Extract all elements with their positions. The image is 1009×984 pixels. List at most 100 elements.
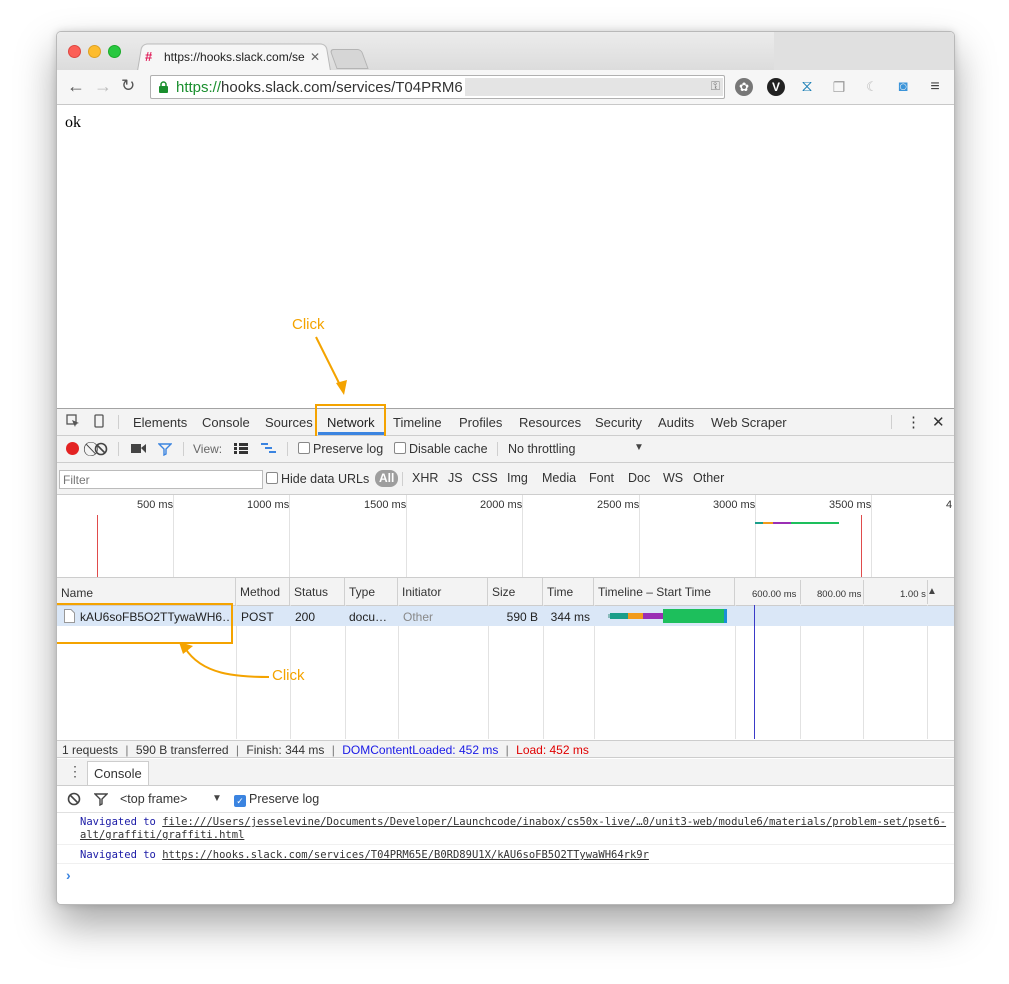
filter-type-js[interactable]: JS	[448, 471, 463, 485]
extension-leaf-icon[interactable]: ☾	[863, 78, 881, 96]
overview-tick-label: 1500 ms	[364, 499, 407, 511]
console-message-link[interactable]: https://hooks.slack.com/services/T04PRM6…	[162, 849, 649, 861]
large-rows-icon[interactable]	[234, 443, 248, 454]
network-toolbar: ⃠ View: Preserve log Disable cache No th…	[57, 436, 954, 463]
load-marker-line	[861, 515, 862, 577]
column-header-time[interactable]: Time	[543, 578, 594, 605]
tab-resources[interactable]: Resources	[519, 415, 581, 430]
view-label: View:	[193, 442, 223, 456]
overview-bar-segment	[755, 522, 763, 524]
console-message-prefix: Navigated to	[80, 849, 156, 861]
extension-v-icon[interactable]: V	[767, 78, 785, 96]
new-tab-button[interactable]	[329, 49, 369, 69]
filter-type-css[interactable]: CSS	[472, 471, 498, 485]
column-header-timeline[interactable]: Timeline – Start Time	[594, 578, 735, 605]
filter-type-all[interactable]: All	[375, 470, 399, 487]
status-separator: |	[125, 743, 129, 757]
key-icon[interactable]: ⚿	[711, 79, 720, 94]
back-arrow-icon[interactable]: ←	[67, 76, 85, 96]
filter-icon[interactable]	[158, 442, 172, 456]
chrome-menu-icon[interactable]: ≡	[926, 78, 944, 96]
toolbar-separator	[497, 442, 498, 456]
status-separator: |	[235, 743, 240, 757]
console-message-link[interactable]: file:///Users/jesselevine/Documents/Deve…	[80, 816, 946, 841]
sort-ascending-icon[interactable]: ▲	[927, 586, 937, 597]
reload-icon[interactable]: ↻	[121, 76, 135, 96]
column-header-method[interactable]: Method	[236, 578, 290, 605]
console-filter-icon[interactable]	[94, 792, 108, 806]
address-bar[interactable]: https:// hooks.slack.com/services/T04PRM…	[150, 75, 725, 99]
tab-close-icon[interactable]: ✕	[310, 50, 320, 64]
page-content: ok Click	[57, 105, 954, 408]
close-window-button[interactable]	[68, 45, 81, 58]
extension-globe-icon[interactable]: ✿	[735, 78, 753, 96]
tab-elements[interactable]: Elements	[133, 415, 187, 430]
overview-icon[interactable]	[261, 443, 276, 454]
column-header-type[interactable]: Type	[345, 578, 398, 605]
console-preserve-log-checkbox[interactable]: ✓ Preserve log	[234, 792, 319, 807]
toolbar-separator	[287, 442, 288, 456]
forward-arrow-icon[interactable]: →	[94, 76, 112, 96]
preserve-log-checkbox[interactable]: Preserve log	[298, 442, 383, 456]
drawer-tab-console[interactable]: Console	[87, 761, 149, 785]
toolbar-separator	[183, 442, 184, 456]
close-devtools-icon[interactable]: ✕	[932, 413, 945, 431]
throttling-select[interactable]: No throttling	[508, 442, 575, 456]
tab-audits[interactable]: Audits	[658, 415, 694, 430]
filter-type-ws[interactable]: WS	[663, 471, 683, 485]
console-toolbar: <top frame> ▼ ✓ Preserve log	[57, 786, 954, 813]
timeline-segment-waiting	[663, 609, 724, 623]
extension-hourglass-icon[interactable]: ⧖	[798, 78, 816, 96]
disable-cache-checkbox[interactable]: Disable cache	[394, 442, 488, 456]
column-header-status[interactable]: Status	[290, 578, 345, 605]
status-finish: Finish: 344 ms	[246, 743, 325, 757]
column-header-name[interactable]: Name	[57, 578, 236, 605]
more-options-icon[interactable]: ⋮	[906, 413, 921, 431]
overview-bar-segment	[763, 522, 773, 524]
capture-screenshots-icon[interactable]	[131, 443, 146, 454]
context-select[interactable]: <top frame>	[120, 792, 187, 806]
network-overview[interactable]: 500 ms 1000 ms 1500 ms 2000 ms 2500 ms 3…	[57, 495, 954, 578]
record-icon[interactable]	[66, 442, 79, 455]
zoom-window-button[interactable]	[108, 45, 121, 58]
inspect-element-icon[interactable]	[66, 414, 80, 431]
filter-type-font[interactable]: Font	[589, 471, 614, 485]
console-preserve-log-label: Preserve log	[249, 792, 320, 806]
hide-data-urls-checkbox[interactable]: Hide data URLs	[266, 472, 369, 486]
tab-web-scraper[interactable]: Web Scraper	[711, 415, 787, 430]
chevron-down-icon[interactable]: ▼	[212, 793, 222, 804]
timeline-tick-label: 1.00 s	[900, 589, 926, 600]
column-header-initiator[interactable]: Initiator	[398, 578, 488, 605]
drawer-menu-icon[interactable]: ⋮	[68, 763, 82, 780]
filter-type-doc[interactable]: Doc	[628, 471, 650, 485]
device-mode-icon[interactable]	[94, 414, 104, 431]
extension-puzzle-icon[interactable]: ❐	[830, 78, 848, 96]
filter-type-media[interactable]: Media	[542, 471, 576, 485]
overview-bar-segment	[773, 522, 791, 524]
annotation-highlight-network	[315, 404, 386, 440]
column-header-size[interactable]: Size	[488, 578, 543, 605]
minimize-window-button[interactable]	[88, 45, 101, 58]
browser-tab-content[interactable]: # https://hooks.slack.com/se ✕	[145, 46, 325, 68]
clear-circle-icon[interactable]	[94, 442, 108, 456]
toolbar-separator	[402, 472, 403, 486]
toolbar-separator	[118, 442, 119, 456]
annotation-click-request: Click	[272, 667, 305, 684]
tab-console[interactable]: Console	[202, 415, 250, 430]
tab-security[interactable]: Security	[595, 415, 642, 430]
filter-type-other[interactable]: Other	[693, 471, 724, 485]
filter-type-xhr[interactable]: XHR	[412, 471, 438, 485]
filter-type-img[interactable]: Img	[507, 471, 528, 485]
timeline-segment-download	[724, 609, 727, 623]
extension-camera-icon[interactable]: ◙	[894, 78, 912, 96]
clear-console-icon[interactable]	[67, 792, 81, 806]
annotation-arrow-icon	[179, 642, 270, 678]
console-prompt[interactable]: ›	[66, 867, 71, 883]
filter-input[interactable]	[59, 470, 263, 489]
status-load: Load: 452 ms	[516, 743, 589, 757]
tab-profiles[interactable]: Profiles	[459, 415, 502, 430]
console-message: Navigated to https://hooks.slack.com/ser…	[57, 846, 954, 864]
tab-sources[interactable]: Sources	[265, 415, 313, 430]
tab-timeline[interactable]: Timeline	[393, 415, 442, 430]
chevron-down-icon[interactable]: ▼	[634, 442, 644, 453]
